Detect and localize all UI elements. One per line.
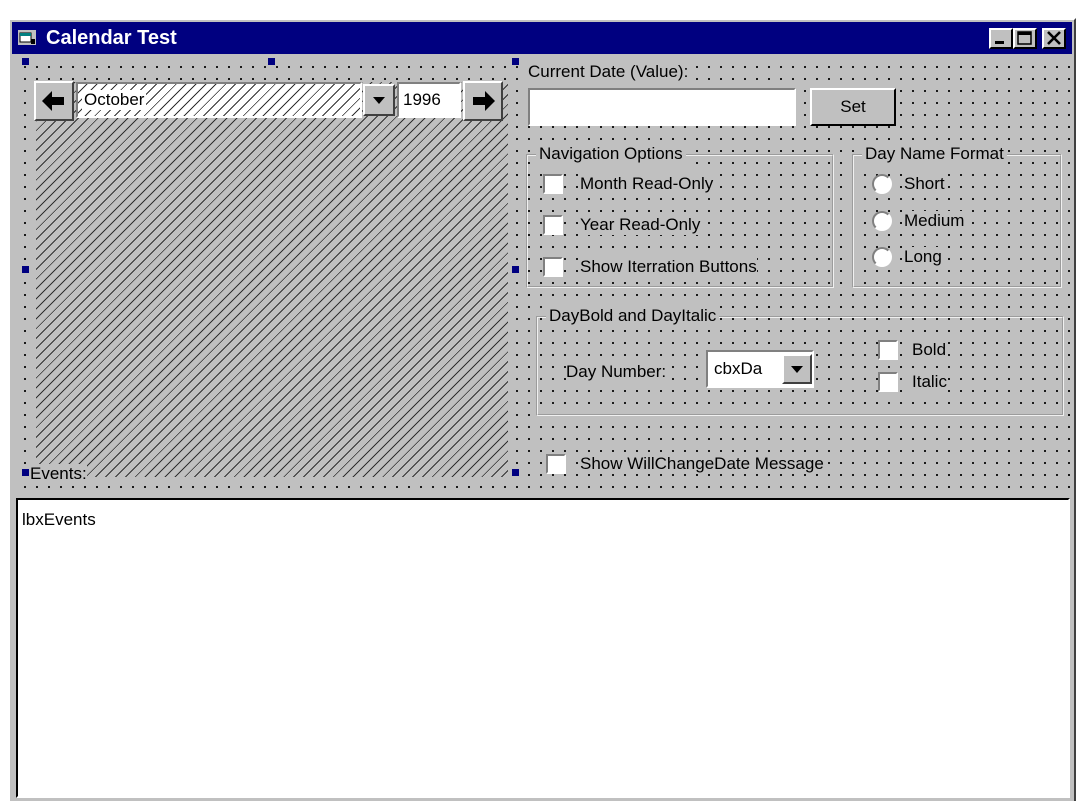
events-listbox-text: lbxEvents — [22, 510, 96, 529]
calendar-control[interactable] — [36, 82, 508, 477]
year-readonly-label: Year Read-Only — [580, 215, 701, 235]
day-number-dropdown-button[interactable] — [782, 354, 812, 384]
selection-handle[interactable] — [512, 469, 519, 476]
title-bar[interactable]: Calendar Test — [12, 22, 1072, 54]
long-label: Long — [904, 247, 942, 267]
month-readonly-label: Month Read-Only — [580, 174, 714, 194]
year-value: 1996 — [403, 90, 441, 109]
year-readonly-checkbox[interactable] — [543, 215, 563, 235]
chevron-down-icon — [791, 366, 803, 373]
app-window: Calendar Test October 1996 Current Date … — [8, 18, 1076, 801]
navigation-options-caption: Navigation Options — [536, 144, 686, 164]
month-value: October — [82, 90, 147, 110]
form-design-surface[interactable]: October 1996 Current Date (Value): Set N… — [16, 58, 1072, 798]
arrow-left-icon — [42, 91, 64, 111]
chevron-down-icon — [373, 97, 385, 104]
current-date-input[interactable] — [528, 88, 796, 126]
selection-handle[interactable] — [512, 58, 519, 65]
next-month-button[interactable] — [463, 81, 503, 121]
close-icon — [1047, 31, 1061, 45]
will-change-date-checkbox[interactable] — [546, 454, 566, 474]
show-iteration-buttons-label: Show Iterration Buttons — [580, 257, 757, 277]
medium-label: Medium — [904, 211, 965, 231]
selection-handle[interactable] — [512, 266, 519, 273]
prev-month-button[interactable] — [34, 81, 74, 121]
bold-label: Bold — [912, 340, 947, 360]
long-radio[interactable] — [872, 247, 892, 267]
month-dropdown-button[interactable] — [363, 84, 395, 116]
close-button[interactable] — [1042, 28, 1066, 49]
arrow-right-icon — [473, 91, 495, 111]
month-readonly-checkbox[interactable] — [543, 174, 563, 194]
window-title: Calendar Test — [46, 27, 177, 49]
will-change-date-label: Show WillChangeDate Message — [580, 454, 824, 474]
short-label: Short — [904, 174, 945, 194]
italic-label: Italic — [912, 372, 947, 392]
medium-radio[interactable] — [872, 211, 892, 231]
year-field[interactable]: 1996 — [397, 82, 461, 118]
events-label: Events: — [30, 464, 87, 484]
day-name-format-caption: Day Name Format — [862, 144, 1007, 164]
current-date-label: Current Date (Value): — [528, 62, 689, 82]
month-combo[interactable]: October — [76, 82, 362, 118]
italic-checkbox[interactable] — [878, 372, 898, 392]
day-bold-italic-caption: DayBold and DayItalic — [546, 306, 720, 326]
maximize-icon — [1017, 31, 1032, 45]
set-button-label: Set — [840, 97, 866, 116]
maximize-button[interactable] — [1013, 28, 1037, 49]
events-listbox[interactable]: lbxEvents — [16, 498, 1070, 798]
minimize-icon — [995, 41, 1004, 44]
short-radio[interactable] — [872, 174, 892, 194]
bold-checkbox[interactable] — [878, 340, 898, 360]
selection-handle[interactable] — [268, 58, 275, 65]
selection-handle[interactable] — [22, 266, 29, 273]
app-icon — [18, 30, 36, 45]
day-number-label: Day Number: — [566, 362, 667, 382]
minimize-button[interactable] — [989, 28, 1013, 49]
set-button[interactable]: Set — [810, 88, 896, 126]
day-number-combo-value: cbxDa — [714, 359, 763, 378]
show-iteration-buttons-checkbox[interactable] — [543, 257, 563, 277]
selection-handle[interactable] — [22, 58, 29, 65]
selection-handle[interactable] — [22, 469, 29, 476]
